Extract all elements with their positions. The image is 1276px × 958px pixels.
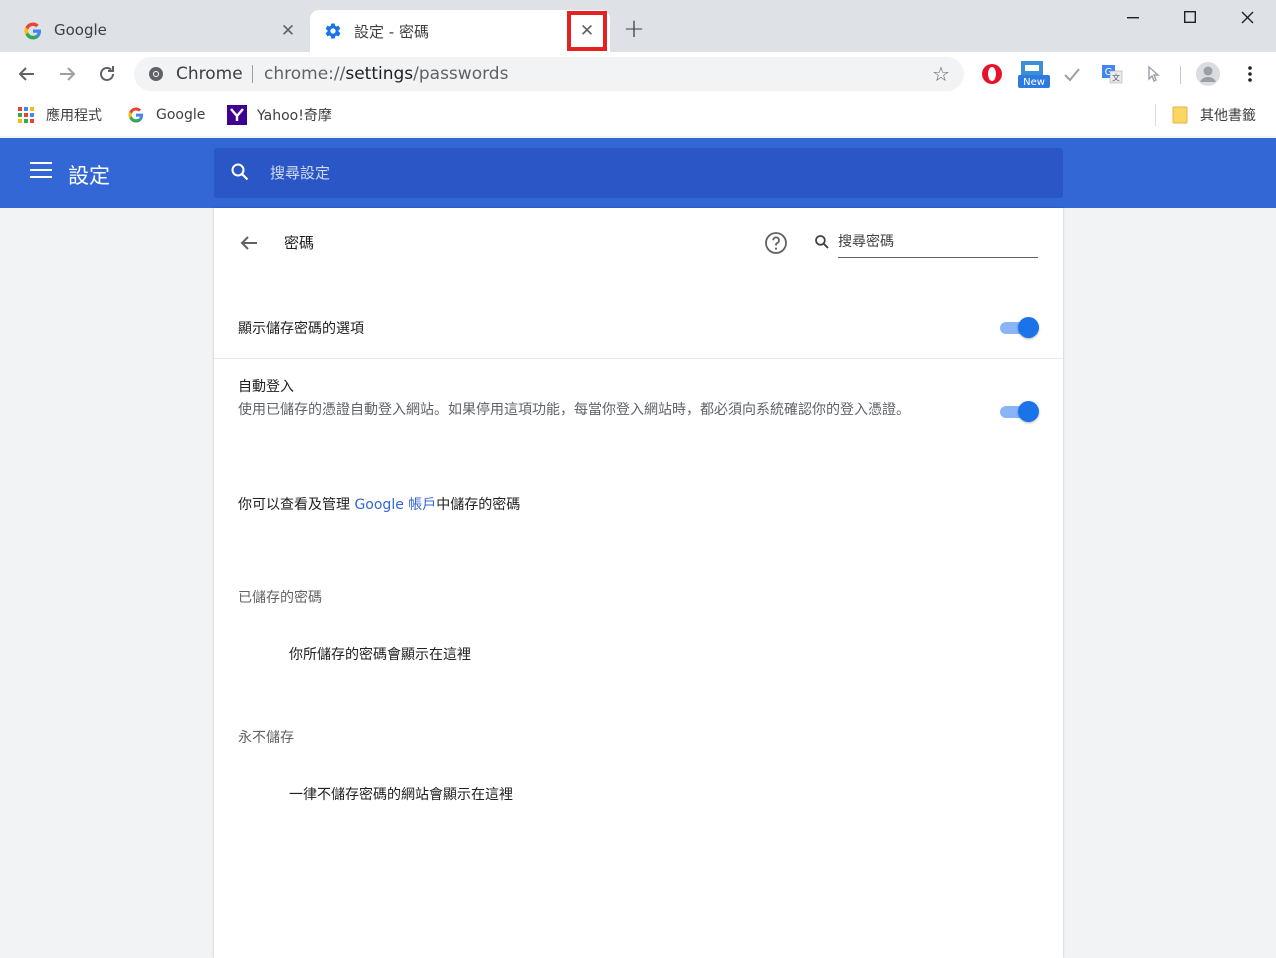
translate-extension-icon[interactable]: G文 [1098, 60, 1126, 88]
settings-search-bar[interactable] [214, 148, 1063, 198]
hamburger-menu-icon[interactable] [30, 162, 52, 180]
reload-button[interactable] [92, 59, 122, 89]
tab-google[interactable]: Google ✕ [10, 10, 305, 52]
offer-to-save-toggle[interactable] [1000, 317, 1039, 338]
search-icon [814, 234, 830, 254]
checkmark-extension-icon[interactable] [1058, 60, 1086, 88]
site-chip-label: Chrome [176, 64, 243, 84]
arrow-left-icon [18, 67, 34, 81]
kebab-menu-icon[interactable] [1236, 60, 1264, 88]
reload-icon [100, 66, 114, 81]
new-extension-icon[interactable]: New [1016, 60, 1052, 88]
toggle-knob [1018, 401, 1039, 422]
tab-title: Google [54, 21, 107, 39]
never-saved-empty-message: 一律不儲存密碼的網站會顯示在這裡 [289, 787, 513, 803]
close-icon [1241, 11, 1253, 23]
bookmark-apps[interactable]: 應用程式 [16, 105, 102, 125]
row-divider [214, 358, 1063, 359]
chrome-icon [148, 66, 164, 82]
saved-passwords-heading: 已儲存的密碼 [238, 590, 322, 606]
bookmark-google[interactable]: Google [126, 105, 205, 125]
toggle-knob [1018, 317, 1039, 338]
tab-strip: Google ✕ 設定 - 密碼 ✕ + [0, 0, 1276, 52]
minimize-icon [1127, 17, 1139, 19]
search-icon [230, 162, 250, 186]
yahoo-icon [227, 105, 247, 125]
address-bar[interactable]: Chrome chrome://settings/passwords ☆ [134, 57, 964, 91]
maximize-icon [1184, 11, 1196, 23]
bookmark-star-icon[interactable]: ☆ [932, 62, 950, 86]
bookmarks-divider [1155, 104, 1156, 126]
bookmark-yahoo[interactable]: Yahoo!奇摩 [227, 105, 332, 125]
tab-settings-passwords[interactable]: 設定 - 密碼 ✕ [310, 10, 610, 52]
back-button[interactable] [12, 59, 42, 89]
svg-text:New: New [1023, 77, 1045, 88]
offer-to-save-label: 顯示儲存密碼的選項 [238, 321, 364, 337]
bookmark-label: Yahoo!奇摩 [257, 108, 332, 124]
google-account-link[interactable]: Google 帳戶 [354, 497, 436, 513]
saved-passwords-empty-message: 你所儲存的密碼會顯示在這裡 [289, 647, 471, 663]
bookmarks-bar: 應用程式 Google Yahoo!奇摩 其他書籤 [0, 96, 1276, 136]
auto-signin-description: 使用已儲存的憑證自動登入網站。如果停用這項功能，每當你登入網站時，都必須向系統確… [238, 402, 910, 418]
gear-icon [324, 22, 342, 40]
window-close-button[interactable] [1222, 2, 1272, 32]
settings-title: 設定 [68, 164, 110, 188]
opera-extension-icon[interactable] [978, 60, 1006, 88]
arrow-right-icon [60, 67, 76, 81]
omnibox-divider [252, 65, 253, 83]
back-arrow-icon[interactable] [238, 232, 262, 256]
forward-button[interactable] [52, 59, 82, 89]
tab-close-icon[interactable]: ✕ [575, 19, 599, 43]
google-g-icon [24, 22, 42, 40]
other-bookmarks-folder[interactable]: 其他書籤 [1170, 105, 1256, 125]
never-saved-heading: 永不儲存 [238, 730, 294, 746]
bookmark-label: 應用程式 [46, 108, 102, 124]
url-text: chrome://settings/passwords [264, 64, 509, 84]
cursor-extension-icon[interactable] [1140, 60, 1168, 88]
apps-grid-icon [16, 105, 36, 125]
folder-icon [1170, 105, 1190, 125]
maximize-button[interactable] [1165, 2, 1215, 32]
settings-search-input[interactable] [270, 160, 970, 186]
other-bookmarks-label: 其他書籤 [1200, 108, 1256, 124]
minimize-button[interactable] [1108, 2, 1158, 32]
browser-toolbar: Chrome chrome://settings/passwords ☆ New… [0, 52, 1276, 96]
google-g-icon [126, 105, 146, 125]
bookmark-label: Google [156, 107, 206, 123]
toolbar-divider [1180, 66, 1181, 84]
auto-signin-toggle[interactable] [1000, 401, 1039, 422]
new-tab-button[interactable]: + [620, 16, 648, 44]
settings-header: 設定 [0, 138, 1276, 208]
page-title: 密碼 [284, 234, 315, 252]
tab-title: 設定 - 密碼 [354, 23, 429, 41]
help-icon[interactable] [764, 231, 788, 255]
auto-signin-label: 自動登入 [238, 379, 294, 395]
password-search-input[interactable] [838, 228, 1038, 256]
passwords-card: 密碼 顯示儲存密碼的選項 自動登入 使用已儲存的憑證自動登入網站。如果停用這項功… [214, 208, 1063, 958]
svg-text:文: 文 [1112, 73, 1120, 83]
tab-close-icon[interactable]: ✕ [276, 19, 300, 43]
profile-avatar-icon[interactable] [1194, 60, 1222, 88]
password-search-field[interactable] [838, 228, 1038, 258]
manage-account-text: 你可以查看及管理 Google 帳戶中儲存的密碼 [238, 497, 521, 513]
